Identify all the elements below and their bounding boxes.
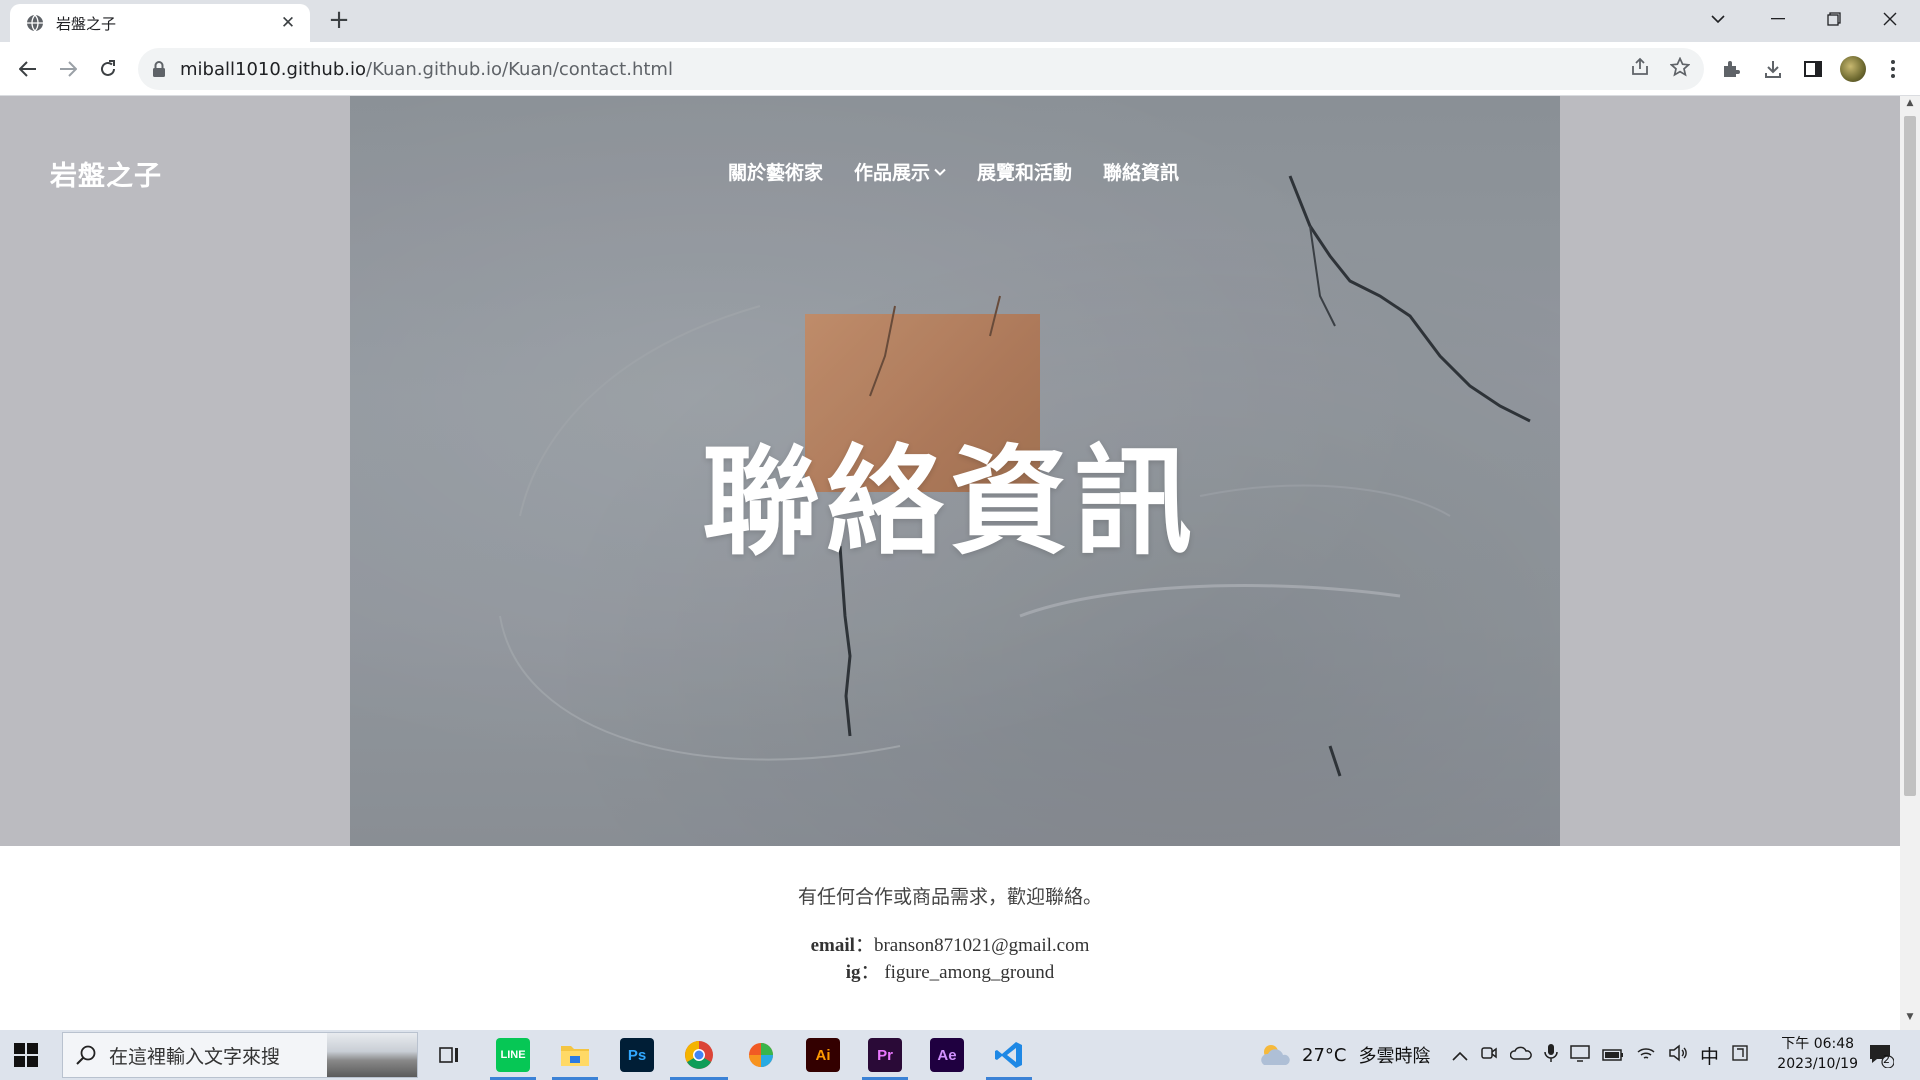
nav-item-about-artist[interactable]: 關於藝術家 xyxy=(728,158,823,185)
scroll-down-arrow[interactable]: ▼ xyxy=(1900,1012,1920,1028)
chevron-up-icon[interactable] xyxy=(1452,1046,1468,1065)
page-viewport: 岩盤之子 關於藝術家 作品展示 展覽和活動 聯絡資訊 聯絡資訊 有任何合作或商品… xyxy=(0,96,1920,1030)
lock-icon xyxy=(153,61,165,77)
photoshop-icon[interactable]: Ps xyxy=(620,1038,654,1072)
browser-tab[interactable]: 岩盤之子 ✕ xyxy=(10,4,310,42)
display-icon[interactable] xyxy=(1570,1044,1590,1066)
nav-item-label: 關於藝術家 xyxy=(728,162,824,184)
url-domain: miball1010.github.io xyxy=(180,58,366,80)
line-app-icon[interactable]: LINE xyxy=(496,1038,530,1072)
paint-3d-icon[interactable] xyxy=(744,1038,778,1072)
windows-start-icon[interactable] xyxy=(14,1043,38,1067)
email-label: email xyxy=(810,935,855,956)
bookmark-star-icon[interactable] xyxy=(1669,56,1691,81)
back-button[interactable] xyxy=(12,53,44,85)
taskbar-search-box[interactable]: 在這裡輸入文字來搜 xyxy=(62,1032,418,1078)
browser-toolbar: miball1010.github.io/Kuan.github.io/Kuan… xyxy=(0,42,1920,96)
weather-text: 多雲時陰 xyxy=(1358,1046,1431,1067)
search-highlight-image xyxy=(327,1033,417,1077)
notification-center-icon[interactable]: 2 xyxy=(1868,1030,1894,1080)
minimize-button[interactable] xyxy=(1750,0,1806,38)
chrome-icon[interactable] xyxy=(682,1038,716,1072)
scrollbar-thumb[interactable] xyxy=(1904,116,1916,796)
globe-icon xyxy=(27,14,43,32)
close-tab-icon[interactable]: ✕ xyxy=(278,13,298,33)
extensions-icon[interactable] xyxy=(1718,56,1744,82)
volume-icon[interactable] xyxy=(1668,1044,1688,1066)
close-window-button[interactable] xyxy=(1862,0,1918,38)
email-separator: ： xyxy=(854,935,874,956)
taskbar-clock[interactable]: 下午 06:48 2023/10/19 xyxy=(1777,1034,1858,1074)
url-text: miball1010.github.io/Kuan.github.io/Kuan… xyxy=(180,59,673,80)
menu-kebab-icon[interactable] xyxy=(1880,56,1906,82)
nav-item-label: 展覽和活動 xyxy=(977,162,1073,184)
tab-strip: 岩盤之子 ✕ + xyxy=(0,0,1920,42)
windows-taskbar: 在這裡輸入文字來搜 LINE Ps Ai Pr Ae 27°C 多雲時陰 中 下… xyxy=(0,1030,1920,1080)
nav-item-label: 聯絡資訊 xyxy=(1103,162,1180,184)
site-brand-logo[interactable]: 岩盤之子 xyxy=(50,154,162,193)
illustrator-icon[interactable]: Ai xyxy=(806,1038,840,1072)
reload-button[interactable] xyxy=(92,53,124,85)
email-line: email：branson871021@gmail.com xyxy=(0,930,1900,957)
nav-item-exhibitions[interactable]: 展覽和活動 xyxy=(977,158,1072,185)
ig-value[interactable]: figure_among_ground xyxy=(884,962,1054,983)
system-tray: 中 xyxy=(1452,1030,1749,1080)
nav-item-works[interactable]: 作品展示 xyxy=(854,158,946,185)
restore-button[interactable] xyxy=(1806,0,1862,38)
weather-widget[interactable]: 27°C 多雲時陰 xyxy=(1258,1030,1430,1080)
forward-button[interactable] xyxy=(52,53,84,85)
email-value[interactable]: branson871021@gmail.com xyxy=(874,935,1089,956)
download-icon[interactable] xyxy=(1760,56,1786,82)
battery-icon[interactable] xyxy=(1602,1046,1624,1065)
clock-time: 下午 06:48 xyxy=(1781,1036,1855,1052)
nav-item-label: 作品展示 xyxy=(854,162,931,184)
wifi-icon[interactable] xyxy=(1636,1045,1656,1065)
cloudy-weather-icon xyxy=(1261,1045,1290,1065)
tab-title: 岩盤之子 xyxy=(56,14,117,33)
ig-line: ig： figure_among_ground xyxy=(0,957,1900,984)
search-placeholder: 在這裡輸入文字來搜 xyxy=(109,1045,281,1068)
ime-mode-icon[interactable] xyxy=(1731,1044,1749,1066)
vscode-icon[interactable] xyxy=(992,1038,1026,1072)
ime-indicator[interactable]: 中 xyxy=(1700,1042,1719,1069)
site-nav: 關於藝術家 作品展示 展覽和活動 聯絡資訊 xyxy=(728,158,1179,185)
file-explorer-icon[interactable] xyxy=(558,1038,592,1072)
meet-now-icon[interactable] xyxy=(1480,1044,1498,1066)
clock-date: 2023/10/19 xyxy=(1777,1056,1858,1072)
share-icon[interactable] xyxy=(1630,57,1650,81)
chevron-down-icon xyxy=(934,168,946,176)
microphone-icon[interactable] xyxy=(1544,1043,1558,1067)
address-bar[interactable]: miball1010.github.io/Kuan.github.io/Kuan… xyxy=(138,48,1704,90)
ig-separator: ： xyxy=(860,962,880,983)
hero-banner: 岩盤之子 關於藝術家 作品展示 展覽和活動 聯絡資訊 聯絡資訊 xyxy=(0,96,1900,846)
weather-temp: 27°C xyxy=(1302,1044,1347,1066)
ig-label: ig xyxy=(845,962,861,983)
side-panel-icon[interactable] xyxy=(1800,56,1826,82)
premiere-icon[interactable]: Pr xyxy=(868,1038,902,1072)
page-title: 聯絡資訊 xyxy=(701,433,1198,571)
task-view-icon[interactable] xyxy=(432,1038,466,1072)
vertical-scrollbar[interactable]: ▲ ▼ xyxy=(1900,96,1920,1030)
new-tab-button[interactable]: + xyxy=(326,7,352,34)
scroll-up-arrow[interactable]: ▲ xyxy=(1900,98,1920,114)
notification-count: 2 xyxy=(1883,1053,1890,1066)
profile-avatar[interactable] xyxy=(1840,56,1866,82)
search-icon xyxy=(76,1045,96,1065)
nav-item-contact[interactable]: 聯絡資訊 xyxy=(1103,158,1179,185)
url-path: /Kuan.github.io/Kuan/contact.html xyxy=(366,58,673,80)
onedrive-icon[interactable] xyxy=(1509,1045,1532,1065)
contact-intro: 有任何合作或商品需求，歡迎聯絡。 xyxy=(797,886,1102,908)
after-effects-icon[interactable]: Ae xyxy=(930,1038,964,1072)
tab-search-icon[interactable] xyxy=(1690,0,1746,38)
